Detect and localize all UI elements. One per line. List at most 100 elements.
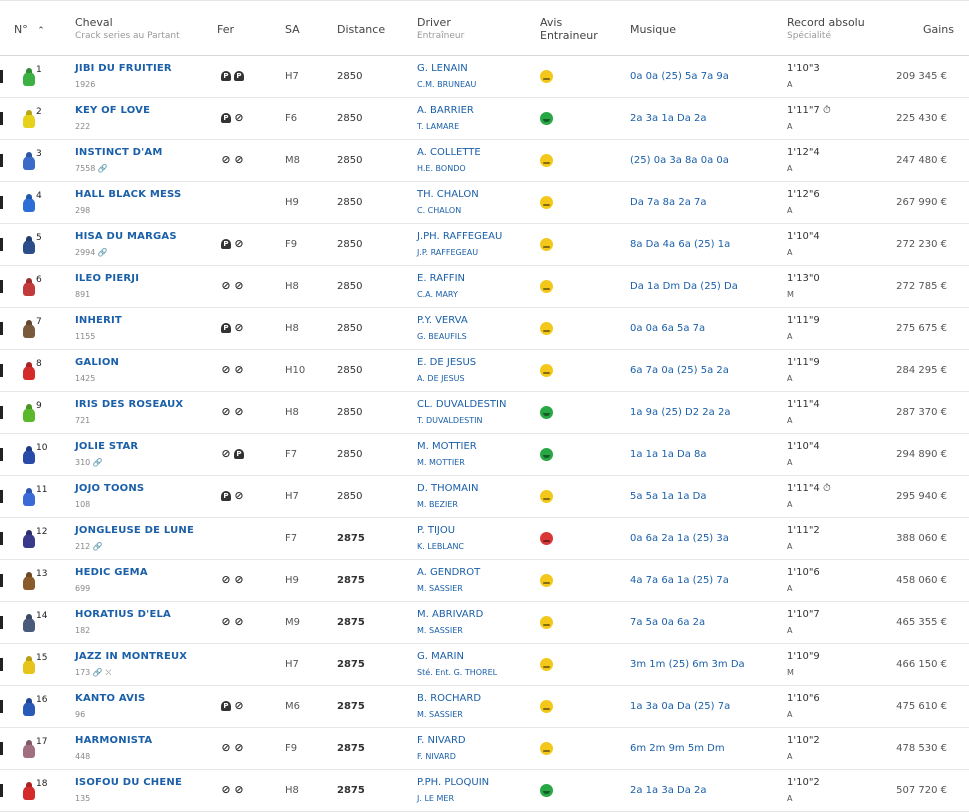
driver-link[interactable]: G. MARIN	[417, 651, 464, 662]
trainer-link[interactable]: M. SASSIER	[417, 584, 463, 593]
driver-link[interactable]: J.PH. RAFFEGEAU	[417, 231, 502, 242]
driver-link[interactable]: P.Y. VERVA	[417, 315, 468, 326]
musique-link[interactable]: Da 7a 8a 2a 7a	[630, 197, 707, 208]
column-musique[interactable]: Musique	[630, 23, 676, 36]
table-row[interactable]: 16 KANTO AVIS 96 P ⊘ M6 2875 B. ROCHARD M. SASSI…	[0, 686, 969, 728]
musique-link[interactable]: (25) 0a 3a 8a 0a 0a	[630, 155, 729, 166]
horse-name-link[interactable]: JONGLEUSE DE LUNE	[75, 525, 194, 536]
table-row[interactable]: 13 HEDIC GEMA 699 ⊘ ⊘ H9 2875 A. GENDROT M. SASS…	[0, 560, 969, 602]
trainer-link[interactable]: C.M. BRUNEAU	[417, 80, 476, 89]
driver-link[interactable]: E. RAFFIN	[417, 273, 465, 284]
driver-link[interactable]: A. GENDROT	[417, 567, 480, 578]
trainer-link[interactable]: C. CHALON	[417, 206, 461, 215]
table-row[interactable]: 10 JOLIE STAR 310 🔗 ⊘ P F7 2850 M. MOTTIER M. MO…	[0, 434, 969, 476]
horse-name-link[interactable]: HORATIUS D'ELA	[75, 609, 171, 620]
musique-link[interactable]: 1a 1a 1a Da 8a	[630, 449, 707, 460]
musique-link[interactable]: 1a 3a 0a Da (25) 7a	[630, 701, 730, 712]
horse-name-link[interactable]: JAZZ IN MONTREUX	[75, 651, 187, 662]
driver-link[interactable]: B. ROCHARD	[417, 693, 481, 704]
horse-name-link[interactable]: ILEO PIERJI	[75, 273, 139, 284]
horse-name-link[interactable]: HEDIC GEMA	[75, 567, 148, 578]
table-row[interactable]: 18 ISOFOU DU CHENE 135 ⊘ ⊘ H8 2875 P.PH. PLOQUI…	[0, 770, 969, 812]
horse-name-link[interactable]: KEY OF LOVE	[75, 105, 150, 116]
trainer-link[interactable]: A. DE JESUS	[417, 374, 465, 383]
column-gains[interactable]: Gains	[923, 23, 954, 36]
trainer-link[interactable]: H.E. BONDO	[417, 164, 466, 173]
driver-link[interactable]: E. DE JESUS	[417, 357, 476, 368]
horse-name-link[interactable]: JOJO TOONS	[75, 483, 144, 494]
table-row[interactable]: 15 JAZZ IN MONTREUX 173 🔗 ⛌ H7 2875 G. MARIN S…	[0, 644, 969, 686]
trainer-link[interactable]: G. BEAUFILS	[417, 332, 467, 341]
trainer-link[interactable]: J. LE MER	[417, 794, 454, 803]
trainer-link[interactable]: T. LAMARE	[417, 122, 459, 131]
trainer-link[interactable]: M. BEZIER	[417, 500, 458, 509]
column-fer[interactable]: Fer	[217, 23, 234, 36]
musique-link[interactable]: 7a 5a 0a 6a 2a	[630, 617, 705, 628]
driver-link[interactable]: A. BARRIER	[417, 105, 474, 116]
driver-link[interactable]: A. COLLETTE	[417, 147, 481, 158]
table-row[interactable]: 17 HARMONISTA 448 ⊘ ⊘ F9 2875 F. NIVARD F. NIVAR…	[0, 728, 969, 770]
musique-link[interactable]: 0a 6a 2a 1a (25) 3a	[630, 533, 729, 544]
horse-name-link[interactable]: INSTINCT D'AM	[75, 147, 163, 158]
musique-link[interactable]: 5a 5a 1a 1a Da	[630, 491, 707, 502]
column-num[interactable]: N° ⌃	[14, 23, 45, 38]
table-row[interactable]: 9 IRIS DES ROSEAUX 721 ⊘ ⊘ H8 2850 CL. DUVALDES…	[0, 392, 969, 434]
driver-link[interactable]: P. TIJOU	[417, 525, 455, 536]
musique-link[interactable]: 6a 7a 0a (25) 5a 2a	[630, 365, 729, 376]
musique-link[interactable]: 1a 9a (25) D2 2a 2a	[630, 407, 730, 418]
musique-link[interactable]: 2a 3a 1a Da 2a	[630, 113, 707, 124]
chevron-up-icon[interactable]: ⌃	[37, 26, 45, 36]
musique-link[interactable]: 0a 0a (25) 5a 7a 9a	[630, 71, 729, 82]
table-row[interactable]: 6 ILEO PIERJI 891 ⊘ ⊘ H8 2850 E. RAFFIN C.A. MAR…	[0, 266, 969, 308]
musique-link[interactable]: 4a 7a 6a 1a (25) 7a	[630, 575, 729, 586]
trainer-link[interactable]: C.A. MARY	[417, 290, 458, 299]
driver-link[interactable]: CL. DUVALDESTIN	[417, 399, 506, 410]
trainer-link[interactable]: M. MOTTIER	[417, 458, 465, 467]
trainer-link[interactable]: K. LEBLANC	[417, 542, 464, 551]
trainer-link[interactable]: J.P. RAFFEGEAU	[417, 248, 478, 257]
column-distance[interactable]: Distance	[337, 23, 385, 36]
table-row[interactable]: 1 JIBI DU FRUITIER 1926 P P H7 2850 G. LENAIN C.…	[0, 56, 969, 98]
table-row[interactable]: 4 HALL BLACK MESS 298 H9 2850 TH. CHALON C. CH…	[0, 182, 969, 224]
column-record[interactable]: Record absolu Spécialité	[787, 16, 865, 43]
table-row[interactable]: 2 KEY OF LOVE 222 P ⊘ F6 2850 A. BARRIER T. LAMA…	[0, 98, 969, 140]
horse-name-link[interactable]: JIBI DU FRUITIER	[75, 63, 172, 74]
table-row[interactable]: 5 HISA DU MARGAS 2994 🔗 P ⊘ F9 2850 J.PH. RAFFE…	[0, 224, 969, 266]
musique-link[interactable]: 3m 1m (25) 6m 3m Da	[630, 659, 745, 670]
horse-name-link[interactable]: HARMONISTA	[75, 735, 152, 746]
horse-name-link[interactable]: JOLIE STAR	[75, 441, 138, 452]
trainer-link[interactable]: Sté. Ent. G. THOREL	[417, 668, 497, 677]
column-avis[interactable]: Avis Entraineur	[540, 16, 598, 42]
musique-link[interactable]: 6m 2m 9m 5m Dm	[630, 743, 725, 754]
driver-link[interactable]: M. MOTTIER	[417, 441, 477, 452]
driver-link[interactable]: M. ABRIVARD	[417, 609, 483, 620]
musique-link[interactable]: 8a Da 4a 6a (25) 1a	[630, 239, 730, 250]
musique-link[interactable]: Da 1a Dm Da (25) Da	[630, 281, 738, 292]
column-driver[interactable]: Driver Entraîneur	[417, 16, 464, 43]
horse-name-link[interactable]: GALION	[75, 357, 119, 368]
horse-name-link[interactable]: INHERIT	[75, 315, 122, 326]
table-row[interactable]: 8 GALION 1425 ⊘ ⊘ H10 2850 E. DE JESUS A. DE JES…	[0, 350, 969, 392]
horse-name-link[interactable]: IRIS DES ROSEAUX	[75, 399, 183, 410]
table-row[interactable]: 7 INHERIT 1155 P ⊘ H8 2850 P.Y. VERVA G. BEAUFIL…	[0, 308, 969, 350]
horse-name-link[interactable]: HALL BLACK MESS	[75, 189, 181, 200]
trainer-link[interactable]: M. SASSIER	[417, 626, 463, 635]
trainer-link[interactable]: M. SASSIER	[417, 710, 463, 719]
musique-link[interactable]: 0a 0a 6a 5a 7a	[630, 323, 705, 334]
table-row[interactable]: 11 JOJO TOONS 108 P ⊘ H7 2850 D. THOMAIN M. BEZI…	[0, 476, 969, 518]
driver-link[interactable]: TH. CHALON	[417, 189, 479, 200]
horse-name-link[interactable]: KANTO AVIS	[75, 693, 145, 704]
column-sa[interactable]: SA	[285, 23, 300, 36]
driver-link[interactable]: D. THOMAIN	[417, 483, 478, 494]
trainer-link[interactable]: T. DUVALDESTIN	[417, 416, 482, 425]
driver-link[interactable]: F. NIVARD	[417, 735, 466, 746]
horse-name-link[interactable]: ISOFOU DU CHENE	[75, 777, 182, 788]
trainer-link[interactable]: F. NIVARD	[417, 752, 456, 761]
table-row[interactable]: 3 INSTINCT D'AM 7558 🔗 ⊘ ⊘ M8 2850 A. COLLETTE H…	[0, 140, 969, 182]
column-cheval[interactable]: Cheval Crack series au Partant	[75, 16, 180, 43]
driver-link[interactable]: G. LENAIN	[417, 63, 468, 74]
driver-link[interactable]: P.PH. PLOQUIN	[417, 777, 489, 788]
horse-name-link[interactable]: HISA DU MARGAS	[75, 231, 177, 242]
musique-link[interactable]: 2a 1a 3a Da 2a	[630, 785, 707, 796]
table-row[interactable]: 12 JONGLEUSE DE LUNE 212 🔗 F7 2875 P. TIJOU K.…	[0, 518, 969, 560]
